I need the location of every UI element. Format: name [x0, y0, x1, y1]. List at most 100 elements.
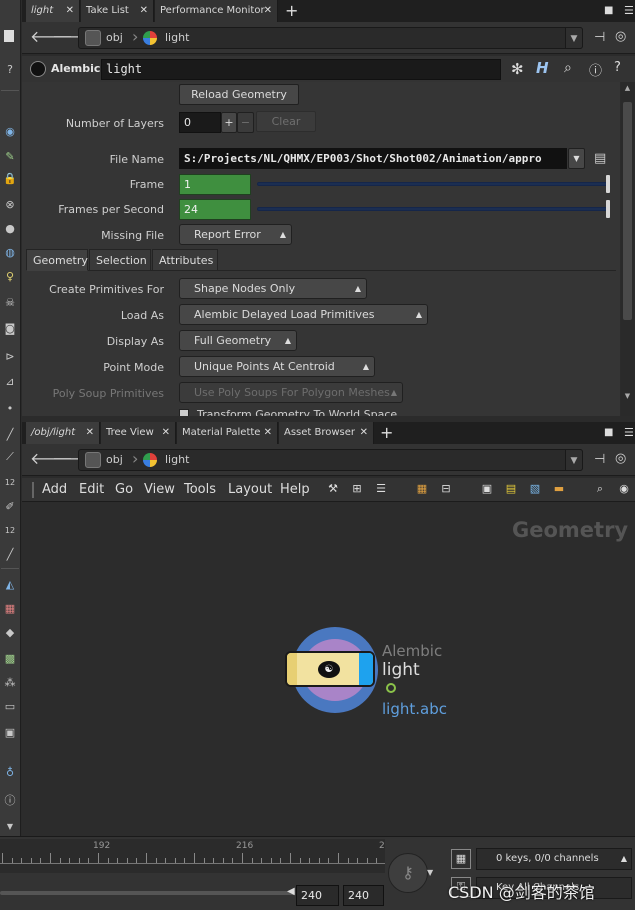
- node-file-label[interactable]: light.abc: [382, 700, 447, 718]
- light-bulb-icon[interactable]: ◍: [2, 246, 18, 260]
- camera-icon[interactable]: ◙: [2, 322, 18, 336]
- path-dropdown-icon[interactable]: ▼: [565, 449, 583, 471]
- menu-layout[interactable]: Layout: [228, 478, 272, 502]
- layout-icon[interactable]: ⊟: [439, 482, 453, 496]
- frame-slider-handle[interactable]: [606, 175, 610, 193]
- bulb-icon[interactable]: ♀: [2, 270, 18, 284]
- grid-color-icon[interactable]: ▦: [415, 482, 429, 496]
- node-output-connector[interactable]: [386, 683, 396, 693]
- channel-list-icon[interactable]: ▦: [451, 849, 471, 869]
- network-canvas[interactable]: Geometry ☯ Alembic light light.abc: [22, 502, 635, 836]
- info-icon[interactable]: ⓘ: [589, 60, 602, 79]
- end-frame-field[interactable]: 240: [296, 885, 339, 906]
- skull-icon[interactable]: ☠: [2, 296, 18, 310]
- checker-icon[interactable]: ▦: [2, 602, 18, 616]
- eye-icon[interactable]: ◉: [617, 482, 631, 496]
- add-tab-icon[interactable]: +: [380, 422, 393, 444]
- point-mode-menu[interactable]: Unique Points At Centroid ▲: [179, 356, 375, 377]
- houdini-icon[interactable]: H: [536, 59, 549, 77]
- close-icon[interactable]: ✕: [264, 422, 272, 444]
- list-icon[interactable]: ☰: [374, 482, 388, 496]
- tab-light[interactable]: light ✕: [26, 0, 80, 22]
- pane-menu-icon[interactable]: ☰: [624, 0, 634, 22]
- missing-file-menu[interactable]: Report Error ▲: [179, 224, 292, 245]
- tree-icon[interactable]: ⊞: [350, 482, 364, 496]
- tab-tree-view[interactable]: Tree View ✕: [101, 422, 176, 444]
- fps-slider-handle[interactable]: [606, 200, 610, 218]
- frame-slider[interactable]: [257, 182, 610, 186]
- path-light[interactable]: light: [165, 31, 189, 44]
- close-icon[interactable]: ✕: [86, 422, 94, 444]
- close-icon[interactable]: ✕: [66, 0, 74, 22]
- pin-tool-icon[interactable]: ♁: [2, 766, 18, 780]
- alembic-node[interactable]: ☯: [285, 651, 375, 687]
- add-tab-icon[interactable]: +: [285, 0, 298, 22]
- pane-menu-icon[interactable]: ☰: [624, 422, 634, 444]
- pin-icon[interactable]: ⊣: [594, 30, 605, 45]
- node-name-field[interactable]: light: [101, 59, 501, 80]
- grid12-icon[interactable]: 12: [2, 476, 18, 490]
- paint-icon[interactable]: ✐: [2, 500, 18, 514]
- close-icon[interactable]: ✕: [264, 0, 272, 22]
- tab-asset-browser[interactable]: Asset Browser ✕: [279, 422, 374, 444]
- fps-slider[interactable]: [257, 207, 610, 211]
- close-icon[interactable]: ✕: [140, 0, 148, 22]
- dot-icon[interactable]: •: [2, 402, 18, 416]
- texture-icon[interactable]: ▩: [2, 652, 18, 666]
- menu-view[interactable]: View: [144, 478, 175, 502]
- search-icon[interactable]: ⌕: [593, 482, 607, 496]
- path-obj[interactable]: obj: [106, 31, 123, 44]
- transform-icon[interactable]: ⊿: [2, 375, 18, 389]
- scroll-up-icon[interactable]: ▲: [621, 82, 634, 94]
- path-dropdown-icon[interactable]: ▼: [565, 27, 583, 49]
- frame-field[interactable]: 1: [179, 174, 251, 195]
- menu-tools[interactable]: Tools: [184, 478, 216, 502]
- range-end-arrow-icon[interactable]: ◀: [287, 886, 295, 897]
- chevron-down-icon[interactable]: ▼: [2, 820, 18, 834]
- slider-icon[interactable]: ▭: [2, 700, 18, 714]
- node-name-label[interactable]: light: [382, 660, 420, 680]
- edit-tool-icon[interactable]: ◭: [2, 578, 18, 592]
- network-box-icon[interactable]: ▣: [480, 482, 494, 496]
- timeline-bar[interactable]: 192 216 2: [0, 839, 385, 873]
- image-icon[interactable]: ▧: [528, 482, 542, 496]
- key-dropdown-icon[interactable]: ▼: [427, 868, 433, 877]
- menu-go[interactable]: Go: [115, 478, 133, 502]
- maximize-icon[interactable]: ■: [604, 0, 613, 22]
- tab-geometry[interactable]: Geometry: [26, 249, 88, 271]
- add-layer-button[interactable]: +: [221, 112, 237, 133]
- package-icon[interactable]: ▬: [552, 482, 566, 496]
- tab-performance-monitor[interactable]: Performance Monitor ✕: [155, 0, 278, 22]
- tab-take-list[interactable]: Take List ✕: [81, 0, 154, 22]
- file-dropdown-icon[interactable]: ▼: [568, 148, 585, 169]
- reload-geometry-button[interactable]: Reload Geometry: [179, 84, 299, 105]
- select-tool-icon[interactable]: [4, 30, 14, 42]
- path-field[interactable]: obj › light: [78, 449, 583, 471]
- link-icon[interactable]: ◎: [615, 29, 626, 44]
- menu-edit[interactable]: Edit: [79, 478, 104, 502]
- tab-material-palette[interactable]: Material Palette ✕: [177, 422, 278, 444]
- search-icon[interactable]: ⌕: [564, 60, 572, 76]
- pin-icon[interactable]: ⊣: [594, 452, 605, 467]
- snap-icon[interactable]: ⊗: [2, 198, 18, 212]
- global-end-field[interactable]: 240: [343, 885, 384, 906]
- sticky-note-icon[interactable]: ▤: [504, 482, 518, 496]
- lock-icon[interactable]: 🔒: [2, 172, 18, 186]
- grid12b-icon[interactable]: 12: [2, 524, 18, 538]
- scroll-down-icon[interactable]: ▼: [621, 390, 634, 402]
- line-tool-icon[interactable]: ╱: [2, 428, 18, 442]
- close-icon[interactable]: ✕: [360, 422, 368, 444]
- help-icon[interactable]: ?: [614, 60, 621, 75]
- keys-status[interactable]: 0 keys, 0/0 channels ▲: [476, 848, 632, 870]
- view-tool-icon[interactable]: ◉: [2, 125, 18, 139]
- range-slider[interactable]: [0, 891, 295, 895]
- file-browse-icon[interactable]: ▤: [594, 151, 606, 166]
- close-icon[interactable]: ✕: [162, 422, 170, 444]
- path-obj[interactable]: obj: [106, 453, 123, 466]
- poly-soup-menu[interactable]: Use Poly Soups For Polygon Meshes ▲: [179, 382, 403, 403]
- tab-selection[interactable]: Selection: [89, 249, 151, 271]
- wrench-icon[interactable]: ⚒: [326, 482, 340, 496]
- path-field[interactable]: obj › light: [78, 27, 583, 49]
- pose-tool-icon[interactable]: ✎: [2, 150, 18, 164]
- menu-help[interactable]: Help: [280, 478, 310, 502]
